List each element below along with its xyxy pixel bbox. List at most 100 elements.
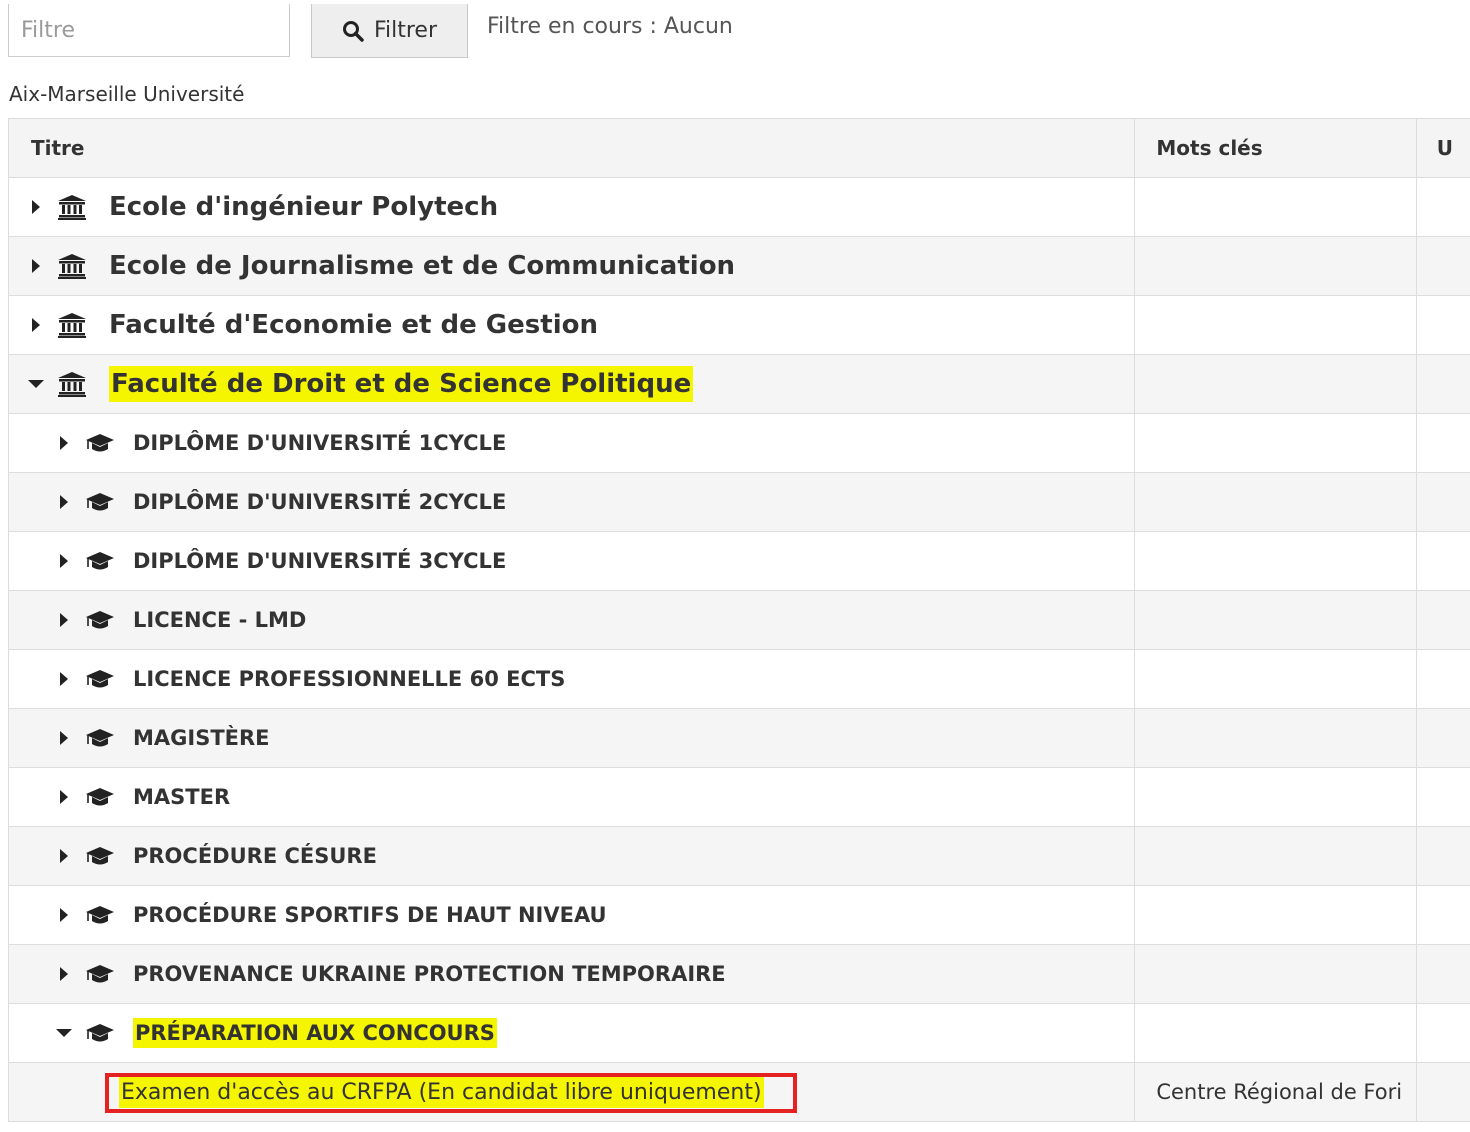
collapse-caret-icon[interactable] (28, 377, 44, 391)
annotation-box (105, 1073, 797, 1113)
filter-status: Filtre en cours : Aucun (487, 14, 733, 39)
keywords-cell (1135, 945, 1417, 1003)
program-row[interactable]: LICENCE PROFESSIONNELLE 60 ECTS (8, 650, 1470, 709)
expand-caret-icon[interactable] (57, 967, 71, 981)
course-keywords: Centre Régional de Fori (1135, 1063, 1417, 1121)
institution-icon (58, 372, 86, 397)
institution-icon (58, 254, 86, 279)
program-row[interactable]: DIPLÔME D'UNIVERSITÉ 3CYCLE (8, 532, 1470, 591)
filter-button-label: Filtrer (373, 18, 438, 43)
program-row[interactable]: DIPLÔME D'UNIVERSITÉ 2CYCLE (8, 473, 1470, 532)
keywords-cell (1135, 237, 1417, 295)
search-icon (342, 20, 364, 42)
graduation-cap-icon (86, 788, 114, 806)
keywords-cell (1135, 886, 1417, 944)
expand-caret-icon[interactable] (57, 672, 71, 686)
program-label[interactable]: PROCÉDURE CÉSURE (133, 844, 377, 868)
graduation-cap-icon (86, 729, 114, 747)
third-cell (1417, 178, 1470, 236)
program-row[interactable]: PROCÉDURE CÉSURE (8, 827, 1470, 886)
graduation-cap-icon (86, 670, 114, 688)
expand-caret-icon[interactable] (57, 908, 71, 922)
collapse-caret-icon[interactable] (56, 1026, 72, 1040)
column-header-third[interactable]: U (1417, 119, 1470, 177)
expand-caret-icon[interactable] (57, 436, 71, 450)
keywords-cell (1135, 473, 1417, 531)
program-label[interactable]: PROVENANCE UKRAINE PROTECTION TEMPORAIRE (133, 962, 726, 986)
keywords-cell (1135, 296, 1417, 354)
expand-caret-icon[interactable] (57, 613, 71, 627)
program-label[interactable]: PRÉPARATION AUX CONCOURS (133, 1018, 497, 1048)
program-row[interactable]: DIPLÔME D'UNIVERSITÉ 1CYCLE (8, 414, 1470, 473)
program-label[interactable]: LICENCE - LMD (133, 608, 306, 632)
keywords-cell (1135, 768, 1417, 826)
program-row[interactable]: MASTER (8, 768, 1470, 827)
program-row[interactable]: PROVENANCE UKRAINE PROTECTION TEMPORAIRE (8, 945, 1470, 1004)
faculty-label[interactable]: Ecole de Journalisme et de Communication (109, 251, 735, 281)
program-label[interactable]: PROCÉDURE SPORTIFS DE HAUT NIVEAU (133, 903, 607, 927)
expand-caret-icon[interactable] (57, 495, 71, 509)
program-row[interactable]: PRÉPARATION AUX CONCOURS (8, 1004, 1470, 1063)
expand-caret-icon[interactable] (57, 849, 71, 863)
grid-header: Titre Mots clés U (8, 119, 1470, 178)
graduation-cap-icon (86, 1024, 114, 1042)
graduation-cap-icon (86, 965, 114, 983)
keywords-cell (1135, 532, 1417, 590)
third-cell (1417, 709, 1470, 767)
program-row[interactable]: PROCÉDURE SPORTIFS DE HAUT NIVEAU (8, 886, 1470, 945)
filter-button[interactable]: Filtrer (311, 4, 468, 58)
faculty-label[interactable]: Faculté d'Economie et de Gestion (109, 310, 598, 340)
program-label[interactable]: DIPLÔME D'UNIVERSITÉ 1CYCLE (133, 431, 506, 455)
program-label[interactable]: DIPLÔME D'UNIVERSITÉ 2CYCLE (133, 490, 506, 514)
institution-icon (58, 195, 86, 220)
keywords-cell (1135, 355, 1417, 413)
graduation-cap-icon (86, 493, 114, 511)
program-row[interactable]: MAGISTÈRE (8, 709, 1470, 768)
keywords-cell (1135, 1004, 1417, 1062)
faculty-row[interactable]: Ecole d'ingénieur Polytech (8, 178, 1470, 237)
graduation-cap-icon (86, 906, 114, 924)
third-cell (1417, 886, 1470, 944)
column-header-title[interactable]: Titre (8, 119, 1136, 177)
third-cell (1417, 473, 1470, 531)
graduation-cap-icon (86, 434, 114, 452)
faculty-row[interactable]: Faculté de Droit et de Science Politique (8, 355, 1470, 414)
column-header-keywords[interactable]: Mots clés (1135, 119, 1417, 177)
third-cell (1417, 1004, 1470, 1062)
faculty-label[interactable]: Ecole d'ingénieur Polytech (109, 192, 498, 222)
program-row[interactable]: LICENCE - LMD (8, 591, 1470, 650)
third-cell (1417, 650, 1470, 708)
expand-caret-icon[interactable] (57, 731, 71, 745)
university-label: Aix-Marseille Université (9, 82, 245, 106)
keywords-cell (1135, 709, 1417, 767)
course-tree-grid: Titre Mots clés U Ecole d'ingénieur Poly… (8, 118, 1470, 1122)
course-row[interactable]: Examen d'accès au CRFPA (En candidat lib… (8, 1063, 1470, 1122)
third-cell (1417, 414, 1470, 472)
third-cell (1417, 768, 1470, 826)
third-cell (1417, 945, 1470, 1003)
expand-caret-icon[interactable] (57, 790, 71, 804)
filter-input[interactable] (8, 4, 290, 57)
expand-caret-icon[interactable] (29, 259, 43, 273)
third-cell (1417, 591, 1470, 649)
expand-caret-icon[interactable] (57, 554, 71, 568)
third-cell (1417, 1063, 1470, 1121)
faculty-row[interactable]: Faculté d'Economie et de Gestion (8, 296, 1470, 355)
graduation-cap-icon (86, 611, 114, 629)
keywords-cell (1135, 827, 1417, 885)
expand-caret-icon[interactable] (29, 318, 43, 332)
expand-caret-icon[interactable] (29, 200, 43, 214)
third-cell (1417, 237, 1470, 295)
third-cell (1417, 532, 1470, 590)
keywords-cell (1135, 414, 1417, 472)
program-label[interactable]: MASTER (133, 785, 230, 809)
faculty-label[interactable]: Faculté de Droit et de Science Politique (109, 366, 694, 402)
program-label[interactable]: MAGISTÈRE (133, 726, 270, 750)
third-cell (1417, 827, 1470, 885)
keywords-cell (1135, 591, 1417, 649)
faculty-row[interactable]: Ecole de Journalisme et de Communication (8, 237, 1470, 296)
program-label[interactable]: LICENCE PROFESSIONNELLE 60 ECTS (133, 667, 565, 691)
program-label[interactable]: DIPLÔME D'UNIVERSITÉ 3CYCLE (133, 549, 506, 573)
third-cell (1417, 296, 1470, 354)
graduation-cap-icon (86, 847, 114, 865)
